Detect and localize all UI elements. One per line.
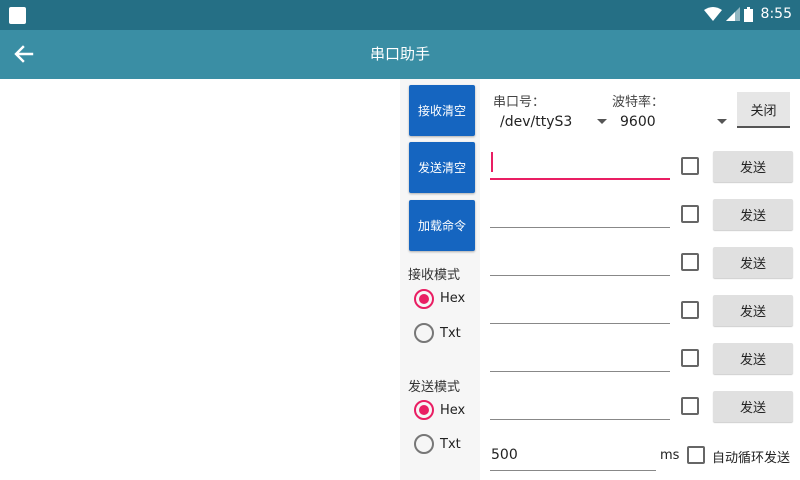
port-dropdown-icon[interactable] bbox=[597, 119, 607, 124]
close-port-button[interactable]: 关闭 bbox=[737, 92, 790, 128]
baud-dropdown-icon[interactable] bbox=[717, 119, 727, 124]
send-hex-radio[interactable] bbox=[414, 400, 434, 420]
auto-send-label: 自动循环发送 bbox=[712, 451, 791, 466]
command-input[interactable] bbox=[490, 390, 670, 420]
send-button[interactable]: 发送 bbox=[713, 391, 793, 422]
battery-icon bbox=[743, 6, 753, 22]
command-checkbox[interactable] bbox=[681, 253, 699, 271]
interval-input[interactable]: 500 bbox=[490, 441, 656, 471]
send-button[interactable]: 发送 bbox=[713, 295, 793, 326]
app-notification-icon bbox=[9, 7, 26, 24]
arrow-left-icon[interactable] bbox=[10, 40, 38, 68]
load-commands-button[interactable]: 加载命令 bbox=[409, 200, 475, 251]
clear-receive-button[interactable]: 接收清空 bbox=[409, 85, 475, 136]
page-title: 串口助手 bbox=[369, 45, 430, 63]
baud-spinner[interactable]: 9600 bbox=[620, 114, 656, 130]
baud-label: 波特率： bbox=[612, 95, 665, 110]
command-checkbox[interactable] bbox=[681, 157, 699, 175]
send-button[interactable]: 发送 bbox=[713, 343, 793, 374]
receive-txt-label: Txt bbox=[440, 326, 461, 341]
auto-send-checkbox[interactable] bbox=[687, 446, 705, 464]
send-button[interactable]: 发送 bbox=[713, 247, 793, 278]
send-txt-radio[interactable] bbox=[414, 434, 434, 454]
ms-unit-label: ms bbox=[660, 448, 680, 463]
command-input[interactable] bbox=[490, 342, 670, 372]
clear-send-button[interactable]: 发送清空 bbox=[409, 142, 475, 193]
port-spinner[interactable]: /dev/ttyS3 bbox=[500, 114, 572, 130]
receive-txt-radio[interactable] bbox=[414, 323, 434, 343]
receive-display-area[interactable] bbox=[0, 79, 400, 480]
send-txt-label: Txt bbox=[440, 437, 461, 452]
command-input[interactable] bbox=[490, 150, 670, 180]
send-button[interactable]: 发送 bbox=[713, 151, 793, 182]
receive-mode-label: 接收模式 bbox=[408, 268, 461, 283]
send-hex-label: Hex bbox=[440, 403, 466, 418]
command-checkbox[interactable] bbox=[681, 349, 699, 367]
command-input[interactable] bbox=[490, 198, 670, 228]
receive-hex-radio[interactable] bbox=[414, 289, 434, 309]
signal-icon bbox=[725, 7, 740, 21]
text-cursor bbox=[491, 152, 493, 172]
port-label: 串口号： bbox=[493, 95, 546, 110]
command-checkbox[interactable] bbox=[681, 301, 699, 319]
receive-hex-label: Hex bbox=[440, 291, 466, 306]
status-bar bbox=[0, 0, 800, 30]
send-button[interactable]: 发送 bbox=[713, 199, 793, 230]
command-input[interactable] bbox=[490, 294, 670, 324]
status-time: 8:55 bbox=[760, 6, 792, 22]
wifi-icon bbox=[703, 7, 722, 21]
command-checkbox[interactable] bbox=[681, 397, 699, 415]
command-input[interactable] bbox=[490, 246, 670, 276]
send-mode-label: 发送模式 bbox=[408, 380, 461, 395]
status-icons: 8:55 bbox=[703, 6, 792, 22]
command-checkbox[interactable] bbox=[681, 205, 699, 223]
